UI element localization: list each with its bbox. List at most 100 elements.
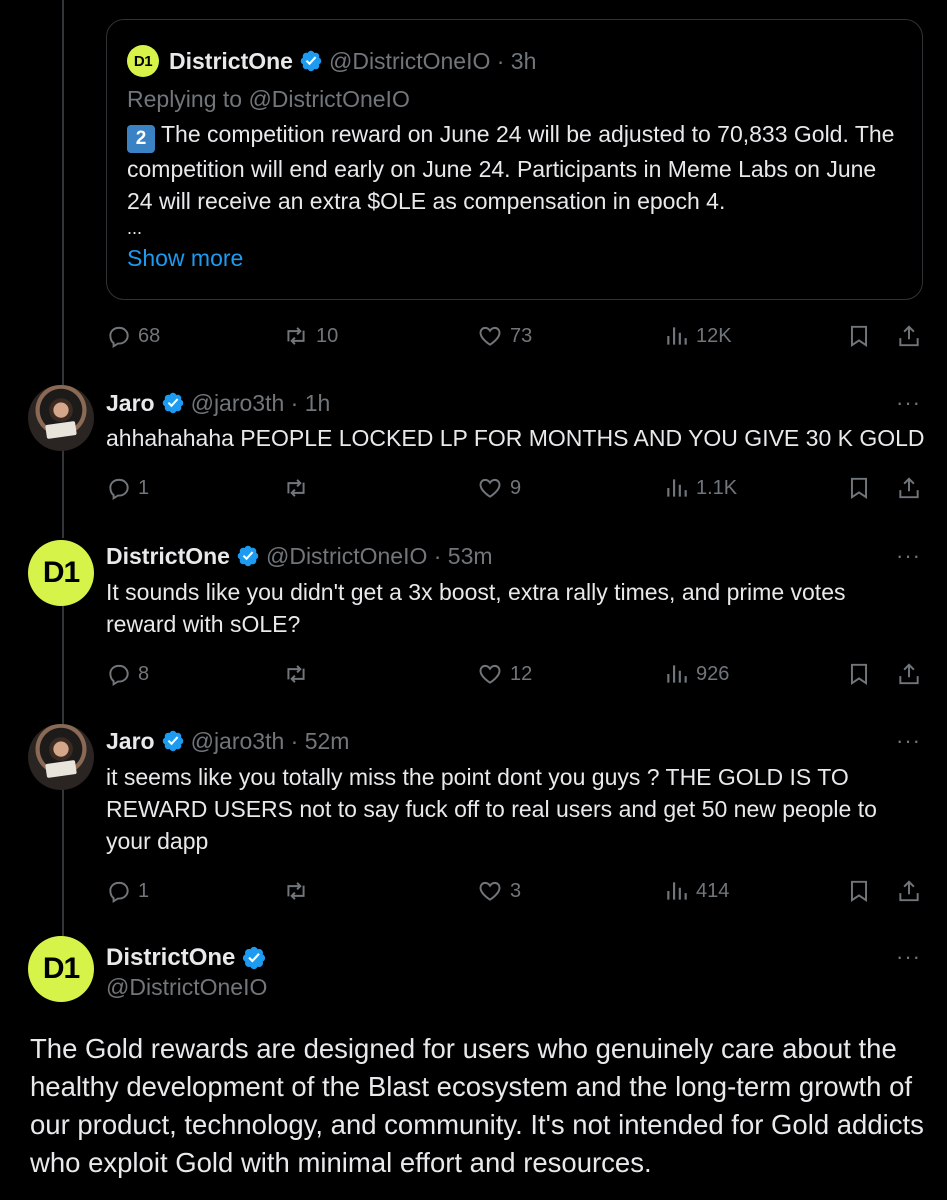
- bookmark-button[interactable]: [846, 875, 872, 907]
- more-icon[interactable]: ···: [896, 543, 921, 569]
- like-icon: [479, 664, 501, 684]
- quoted-post-text: 2 The competition reward on June 24 will …: [127, 118, 902, 217]
- author-handle-time[interactable]: @DistrictOneIO · 3h: [329, 48, 536, 75]
- reply-icon: [109, 478, 129, 501]
- like-count: 12: [510, 662, 533, 685]
- reply-button[interactable]: 1: [106, 472, 149, 504]
- reply-button[interactable]: 8: [106, 658, 149, 690]
- reply-count: 8: [138, 662, 150, 685]
- like-button[interactable]: 12: [476, 658, 532, 690]
- share-icon: [899, 477, 919, 499]
- more-icon[interactable]: ···: [896, 944, 921, 970]
- bookmark-button[interactable]: [846, 320, 872, 352]
- author-name[interactable]: DistrictOne: [106, 543, 230, 570]
- post-text: it seems like you totally miss the point…: [106, 764, 877, 854]
- reply-count: 1: [138, 879, 150, 902]
- views-icon: [667, 327, 687, 345]
- repost-icon: [287, 882, 305, 900]
- post-header: DistrictOne @DistrictOneIO · 53m: [106, 541, 493, 571]
- thread-line: [62, 606, 64, 724]
- author-handle-time[interactable]: @jaro3th · 1h: [191, 390, 331, 417]
- author-name[interactable]: DistrictOne: [169, 48, 293, 75]
- view-count: 414: [696, 879, 730, 902]
- avatar[interactable]: [28, 385, 94, 451]
- verified-icon: [243, 946, 266, 970]
- thread-line: [62, 438, 64, 538]
- views-icon: [667, 665, 687, 683]
- repost-button[interactable]: [282, 658, 310, 690]
- repost-icon: [287, 479, 305, 497]
- author-handle-time[interactable]: @jaro3th · 52m: [191, 728, 350, 755]
- like-count: 3: [510, 879, 522, 902]
- bookmark-button[interactable]: [846, 658, 872, 690]
- share-button[interactable]: [896, 658, 922, 690]
- like-count: 9: [510, 476, 522, 499]
- show-more-link[interactable]: Show more: [127, 245, 902, 272]
- like-button[interactable]: 73: [476, 320, 532, 352]
- share-icon: [899, 880, 919, 902]
- views-button[interactable]: 414: [664, 875, 729, 907]
- reply-count: 1: [138, 476, 150, 499]
- reply-count: 68: [138, 324, 161, 347]
- avatar[interactable]: [28, 724, 94, 790]
- share-button[interactable]: [896, 875, 922, 907]
- thread-line: [62, 0, 64, 385]
- avatar[interactable]: D1: [28, 540, 94, 606]
- main-post-author: DistrictOne: [106, 942, 273, 974]
- main-post-text: The Gold rewards are designed for users …: [30, 1033, 924, 1178]
- views-icon: [667, 479, 687, 497]
- like-button[interactable]: 3: [476, 875, 521, 907]
- share-button[interactable]: [896, 472, 922, 504]
- action-bar: 8 12 926: [106, 658, 923, 690]
- author-name[interactable]: Jaro: [106, 728, 155, 755]
- reply-icon: [109, 664, 129, 687]
- bookmark-icon: [850, 477, 868, 500]
- reply-icon: [109, 881, 129, 904]
- action-bar: 1 3 414: [106, 875, 923, 907]
- repost-button[interactable]: 10: [282, 320, 338, 352]
- author-name[interactable]: Jaro: [106, 390, 155, 417]
- views-button[interactable]: 12K: [664, 320, 732, 352]
- like-count: 73: [510, 324, 533, 347]
- reply-button[interactable]: 1: [106, 875, 149, 907]
- bookmark-icon: [850, 325, 868, 348]
- repost-icon: [287, 327, 305, 345]
- author-handle[interactable]: @DistrictOneIO: [106, 974, 267, 1004]
- share-button[interactable]: [896, 320, 922, 352]
- like-icon: [479, 478, 501, 498]
- views-button[interactable]: 1.1K: [664, 472, 737, 504]
- post-text: It sounds like you didn't get a 3x boost…: [106, 579, 846, 637]
- repost-button[interactable]: [282, 472, 310, 504]
- repost-button[interactable]: [282, 875, 310, 907]
- share-icon: [899, 663, 919, 685]
- post-header: Jaro @jaro3th · 52m: [106, 726, 349, 756]
- repost-icon: [287, 665, 305, 683]
- verified-icon: [300, 50, 322, 72]
- verified-icon: [162, 730, 183, 752]
- repost-count: 10: [316, 324, 339, 347]
- reply-icon: [109, 326, 129, 349]
- author-handle-time[interactable]: @DistrictOneIO · 53m: [266, 543, 493, 570]
- replying-to[interactable]: Replying to @DistrictOneIO: [127, 86, 902, 116]
- thread-line: [62, 776, 64, 936]
- author-name[interactable]: DistrictOne: [106, 944, 235, 972]
- views-button[interactable]: 926: [664, 658, 729, 690]
- bookmark-button[interactable]: [846, 472, 872, 504]
- view-count: 1.1K: [696, 476, 738, 499]
- share-icon: [899, 325, 919, 347]
- verified-icon: [237, 545, 259, 567]
- avatar[interactable]: D1: [28, 936, 94, 1002]
- action-bar: 1 9 1.1K: [106, 472, 923, 504]
- quoted-post-card[interactable]: D1 DistrictOne @DistrictOneIO · 3h Reply…: [106, 19, 923, 300]
- like-button[interactable]: 9: [476, 472, 521, 504]
- bookmark-icon: [850, 880, 868, 903]
- post-text: ahhahahaha PEOPLE LOCKED LP FOR MONTHS A…: [106, 425, 925, 451]
- reply-button[interactable]: 68: [106, 320, 160, 352]
- quoted-post-header: D1 DistrictOne @DistrictOneIO · 3h: [127, 45, 902, 77]
- more-icon[interactable]: ···: [896, 390, 921, 416]
- quoted-post-body: The competition reward on June 24 will b…: [127, 121, 895, 214]
- like-icon: [479, 881, 501, 901]
- districtone-logo-icon: D1: [127, 45, 159, 77]
- view-count: 926: [696, 662, 730, 685]
- more-icon[interactable]: ···: [896, 728, 921, 754]
